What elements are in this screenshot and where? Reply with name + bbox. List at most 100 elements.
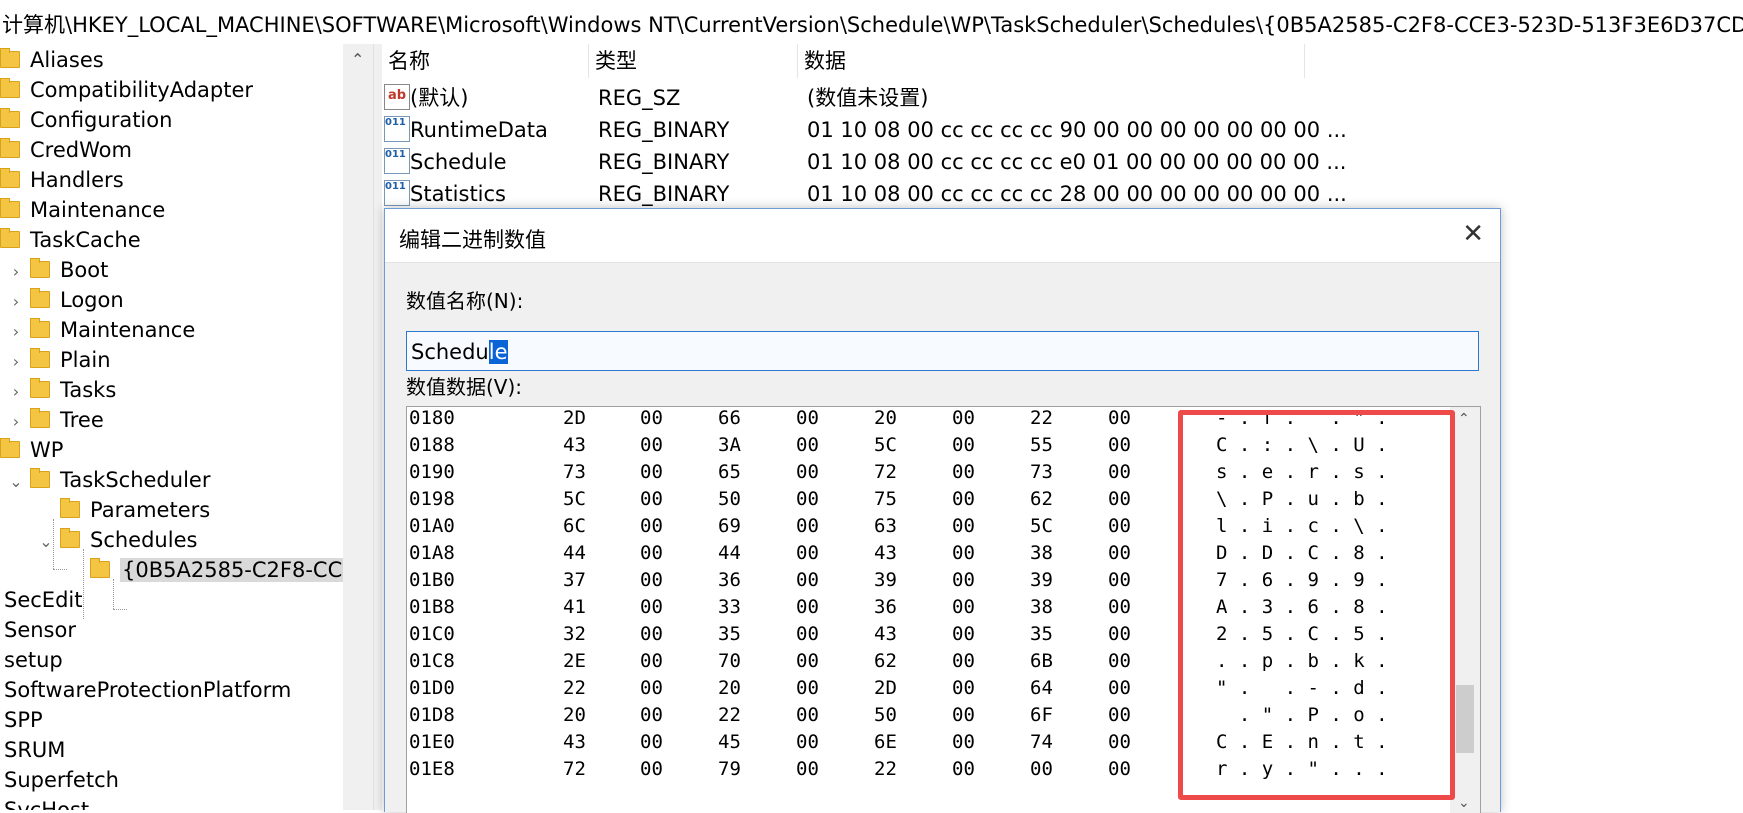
column-header-type[interactable]: 类型 [589, 44, 798, 78]
chevron-down-icon[interactable]: ⌄ [36, 527, 56, 557]
hex-byte: 43 [874, 542, 897, 564]
tree-item[interactable]: SRUM [4, 735, 65, 765]
hex-byte: 62 [1030, 488, 1053, 510]
tree-item[interactable]: CredWom [0, 135, 132, 165]
tree-item[interactable]: SoftwareProtectionPlatform [4, 675, 291, 705]
tree-item-label: Schedules [90, 528, 198, 552]
tree-item[interactable]: Aliases [0, 45, 104, 75]
folder-icon [0, 47, 20, 68]
hex-byte: 69 [718, 515, 741, 537]
hex-byte: 00 [1108, 650, 1131, 672]
hex-byte: 00 [796, 704, 819, 726]
tree-item[interactable]: › Logon [6, 285, 124, 315]
tree-item[interactable]: › Tree [6, 405, 104, 435]
hex-offset: 01A0 [409, 515, 455, 537]
hex-byte: 22 [1030, 407, 1053, 429]
tree-item[interactable]: › Tasks [6, 375, 116, 405]
chevron-right-icon[interactable]: › [6, 317, 26, 347]
chevron-right-icon[interactable]: › [6, 407, 26, 437]
tree-item[interactable]: WP [0, 435, 63, 465]
value-row[interactable]: ab (默认) REG_SZ (数值未设置) [382, 82, 1362, 114]
chevron-right-icon[interactable]: › [6, 257, 26, 287]
tree-scrollbar[interactable]: ⌃ [343, 44, 373, 810]
tree-item[interactable]: Superfetch [4, 765, 119, 795]
tree-item[interactable]: ⌄ TaskScheduler [6, 465, 210, 495]
hex-byte: 72 [563, 758, 586, 780]
hex-offset: 01D8 [409, 704, 455, 726]
hex-byte: 2E [563, 650, 586, 672]
hex-byte: 00 [796, 407, 819, 429]
hex-byte: 00 [796, 569, 819, 591]
tree-item-label: CompatibilityAdapter [30, 78, 254, 102]
tree-item[interactable]: SPP [4, 705, 43, 735]
tree-connector [53, 569, 67, 570]
tree-item[interactable]: SecEdit [4, 585, 82, 615]
tree-item-label: {0B5A2585-C2F8-CCE [120, 558, 343, 582]
tree-item[interactable]: Maintenance [0, 195, 165, 225]
registry-tree[interactable]: Aliases CompatibilityAdapter Configuration… [0, 44, 343, 810]
value-data: 01 10 08 00 cc cc cc cc e0 01 00 00 00 0… [807, 150, 1347, 174]
hex-byte: 00 [796, 542, 819, 564]
tree-item[interactable]: SvcHost [4, 795, 89, 810]
scroll-down-icon[interactable]: ⌄ [1458, 795, 1470, 811]
tree-item[interactable]: setup [4, 645, 63, 675]
hex-byte: 00 [796, 758, 819, 780]
chevron-down-icon[interactable]: ⌄ [6, 467, 26, 497]
tree-item-label: Sensor [4, 618, 76, 642]
hex-offset: 01B8 [409, 596, 455, 618]
folder-icon [90, 557, 110, 578]
chevron-right-icon[interactable]: › [6, 347, 26, 377]
hex-offset: 01E8 [409, 758, 455, 780]
tree-item[interactable]: {0B5A2585-C2F8-CCE [66, 555, 343, 585]
close-icon[interactable]: ✕ [1462, 219, 1484, 249]
tree-item[interactable]: › Boot [6, 255, 108, 285]
hex-byte: 32 [563, 623, 586, 645]
hex-byte: 00 [1108, 407, 1131, 429]
tree-item-label: Tree [60, 408, 104, 432]
hex-byte: 00 [952, 434, 975, 456]
tree-item[interactable]: › Plain [6, 345, 111, 375]
column-header-name[interactable]: 名称 [382, 44, 589, 78]
hex-byte: 72 [874, 461, 897, 483]
value-row[interactable]: 011 110RuntimeData REG_BINARY 01 10 08 00 … [382, 114, 1362, 146]
tree-item-label: Maintenance [30, 198, 166, 222]
value-row[interactable]: 011 110Statistics REG_BINARY 01 10 08 00 c… [382, 178, 1362, 210]
hex-offset: 01C8 [409, 650, 455, 672]
tree-item-label: SRUM [4, 738, 66, 762]
hex-byte: 20 [563, 704, 586, 726]
value-name-selection: le [488, 340, 508, 364]
tree-item[interactable]: Parameters [36, 495, 210, 525]
value-name-label: 数值名称(N): [406, 289, 524, 313]
hex-byte: 00 [1108, 488, 1131, 510]
hex-byte: 6B [1030, 650, 1053, 672]
tree-item[interactable]: CompatibilityAdapter [0, 75, 253, 105]
tree-item-label: CredWom [30, 138, 132, 162]
hex-offset: 01C0 [409, 623, 455, 645]
folder-icon [30, 467, 50, 488]
scroll-up-icon[interactable]: ⌃ [1458, 411, 1470, 427]
scrollbar-thumb[interactable] [1456, 685, 1474, 753]
tree-item[interactable]: Sensor [4, 615, 76, 645]
value-name: RuntimeData [410, 118, 548, 142]
tree-item[interactable]: Handlers [0, 165, 124, 195]
chevron-right-icon[interactable]: › [6, 377, 26, 407]
hex-byte: 00 [640, 731, 663, 753]
hex-byte: 22 [718, 704, 741, 726]
value-row[interactable]: 011 110Schedule REG_BINARY 01 10 08 00 cc … [382, 146, 1362, 178]
address-bar[interactable]: 计算机\HKEY_LOCAL_MACHINE\SOFTWARE\Microsof… [0, 6, 1743, 45]
hex-byte: 22 [874, 758, 897, 780]
tree-item[interactable]: Configuration [0, 105, 172, 135]
hex-offset: 01B0 [409, 569, 455, 591]
folder-icon [0, 167, 20, 188]
hex-offset: 0198 [409, 488, 455, 510]
tree-item[interactable]: › Maintenance [6, 315, 195, 345]
binary-value-icon: 011 110 [384, 180, 410, 206]
scroll-up-icon[interactable]: ⌃ [351, 50, 364, 69]
column-header-data[interactable]: 数据 [798, 44, 1305, 78]
chevron-right-icon[interactable]: › [6, 287, 26, 317]
hex-byte: 00 [952, 407, 975, 429]
tree-item[interactable]: TaskCache [0, 225, 141, 255]
value-name-field[interactable]: Schedule [406, 331, 1479, 371]
hex-byte: 00 [640, 650, 663, 672]
tree-item[interactable]: ⌄ Schedules [36, 525, 197, 555]
